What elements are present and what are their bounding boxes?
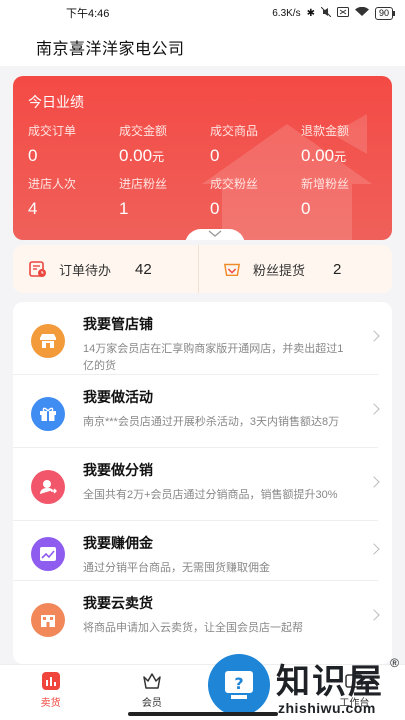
feature-desc: 通过分销平台商品，无需囤货赚取佣金 <box>83 562 270 574</box>
performance-title: 今日业绩 <box>28 94 84 110</box>
feature-commission[interactable]: 我要赚佣金 通过分销平台商品，无需囤货赚取佣金 <box>13 521 380 581</box>
stat-label: 新增粉丝 <box>301 177 350 191</box>
feature-title: 我要赚佣金 <box>83 535 153 551</box>
battery-icon: 90 <box>374 6 396 20</box>
feature-desc: 南京***会员店通过开展秒杀活动，3天内销售额达8万 <box>83 416 340 428</box>
chart-icon <box>31 537 65 571</box>
sell-chart-icon <box>41 672 60 690</box>
status-time: 下午4:46 <box>66 8 110 20</box>
building-icon <box>31 603 65 637</box>
order-clock-icon <box>29 260 47 278</box>
orders-pending[interactable]: 订单待办 42 <box>13 245 198 293</box>
today-performance-card: 今日业绩 成交订单 0 成交金额 0.00元 成交商品 0 退款金额 0.00元… <box>13 76 392 240</box>
stat-value: 4 <box>28 199 38 218</box>
todo-summary-bar: 订单待办 42 粉丝提货 2 <box>13 245 392 293</box>
stat-refund[interactable]: 退款金额 0.00元 <box>301 122 349 166</box>
watermark-url: zhishiwu.com <box>278 700 376 716</box>
tab-label: 卖货 <box>40 698 61 709</box>
stat-label: 进店粉丝 <box>119 177 168 191</box>
watermark-registered: ® <box>390 656 399 670</box>
stat-value: 0 <box>28 146 38 165</box>
tab-sell[interactable]: 卖货 <box>0 665 101 720</box>
wifi-icon <box>354 6 369 20</box>
pickup-icon <box>223 260 241 278</box>
feature-title: 我要云卖货 <box>83 595 153 611</box>
stat-amount[interactable]: 成交金额 0.00元 <box>119 122 167 166</box>
stat-label: 成交金额 <box>119 124 168 138</box>
stat-products[interactable]: 成交商品 0 <box>210 122 258 166</box>
tab-label: 会员 <box>141 698 162 709</box>
stat-value: 1 <box>119 199 129 218</box>
stat-label: 进店人次 <box>28 177 77 191</box>
store-name[interactable]: 南京喜洋洋家电公司 <box>36 35 185 59</box>
feature-cloud-selling[interactable]: 我要云卖货 将商品申请加入云卖货，让全国会员店一起帮 <box>13 581 380 654</box>
watermark: ? 知识屋 ® zhishiwu.com <box>206 650 405 720</box>
stat-value: 0 <box>210 199 220 218</box>
stat-label: 成交粉丝 <box>210 177 259 191</box>
stat-label: 成交商品 <box>210 124 259 138</box>
stat-value: 0.00元 <box>119 146 165 165</box>
home-indicator[interactable] <box>128 712 278 716</box>
stat-value: 0 <box>210 146 220 165</box>
stat-visitors[interactable]: 进店人次 4 <box>28 175 76 219</box>
feature-distribution[interactable]: 我要做分销 全国共有2万+会员店通过分销商品，销售额提升30% <box>13 448 380 521</box>
crown-icon <box>143 673 161 689</box>
feature-desc: 将商品申请加入云卖货，让全国会员店一起帮 <box>83 622 303 634</box>
stat-label: 退款金额 <box>301 124 350 138</box>
fan-pickup-count: 2 <box>333 260 342 278</box>
feature-list: 我要管店铺 14万家会员店在汇享购商家版开通网店，并卖出超过1亿的货 我要做活动… <box>13 302 392 664</box>
net-speed: 6.3K/s <box>272 7 301 19</box>
status-bar: 下午4:46 6.3K/s ✱ 90 <box>0 0 405 26</box>
feature-title: 我要做活动 <box>83 389 153 405</box>
sim-icon <box>336 6 349 20</box>
stat-orders[interactable]: 成交订单 0 <box>28 122 76 166</box>
feature-desc: 14万家会员店在汇享购商家版开通网店，并卖出超过1亿的货 <box>83 343 344 372</box>
feature-title: 我要做分销 <box>83 462 153 478</box>
feature-title: 我要管店铺 <box>83 316 153 332</box>
status-icons: 6.3K/s ✱ 90 <box>272 6 396 20</box>
expand-toggle[interactable] <box>185 229 245 240</box>
watermark-logo-icon: ? <box>208 654 270 716</box>
orders-pending-count: 42 <box>135 260 152 278</box>
bluetooth-icon: ✱ <box>306 7 315 19</box>
feature-desc: 全国共有2万+会员店通过分销商品，销售额提升30% <box>83 489 338 501</box>
header: 南京喜洋洋家电公司 <box>0 26 405 66</box>
stat-buying-fans[interactable]: 成交粉丝 0 <box>210 175 258 219</box>
mute-icon <box>320 6 332 20</box>
store-icon <box>31 324 65 358</box>
chevron-down-icon <box>208 230 222 237</box>
stat-new-fans[interactable]: 新增粉丝 0 <box>301 175 349 219</box>
fan-pickup-label: 粉丝提货 <box>253 262 306 278</box>
fan-pickup[interactable]: 粉丝提货 2 <box>198 245 392 293</box>
feature-manage-store[interactable]: 我要管店铺 14万家会员店在汇享购商家版开通网店，并卖出超过1亿的货 <box>13 302 380 375</box>
stat-label: 成交订单 <box>28 124 77 138</box>
stat-value: 0.00元 <box>301 146 347 165</box>
user-share-icon <box>31 470 65 504</box>
gift-icon <box>31 397 65 431</box>
stat-value: 0 <box>301 199 311 218</box>
orders-pending-label: 订单待办 <box>59 262 112 278</box>
feature-activity[interactable]: 我要做活动 南京***会员店通过开展秒杀活动，3天内销售额达8万 <box>13 375 380 448</box>
watermark-text: 知识屋 <box>276 663 384 701</box>
stat-visiting-fans[interactable]: 进店粉丝 1 <box>119 175 167 219</box>
svg-text:?: ? <box>234 674 243 693</box>
